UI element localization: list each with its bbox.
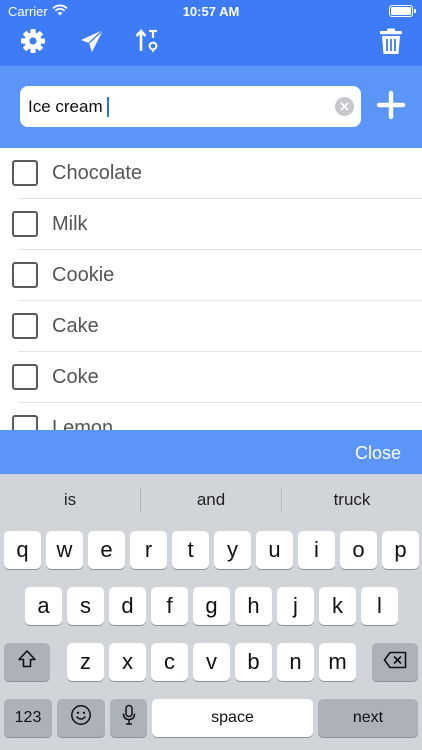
- trash-icon[interactable]: [377, 27, 405, 55]
- battery-icon: [389, 5, 416, 17]
- delete-key[interactable]: [372, 643, 418, 681]
- checkbox[interactable]: [12, 364, 38, 390]
- key[interactable]: s: [67, 587, 104, 625]
- key[interactable]: c: [151, 643, 188, 681]
- key[interactable]: x: [109, 643, 146, 681]
- checkbox[interactable]: [12, 262, 38, 288]
- shift-key[interactable]: [4, 643, 50, 681]
- close-button[interactable]: Close: [355, 443, 401, 464]
- item-list: Chocolate Milk Cookie Cake Coke Lemon: [0, 148, 422, 430]
- key[interactable]: y: [214, 531, 251, 569]
- key[interactable]: t: [172, 531, 209, 569]
- list-item-label: Chocolate: [52, 162, 143, 184]
- checkbox[interactable]: [12, 313, 38, 339]
- key[interactable]: k: [319, 587, 356, 625]
- suggestion[interactable]: and: [141, 490, 281, 510]
- key[interactable]: q: [4, 531, 41, 569]
- suggestion-bar: is and truck: [0, 474, 422, 526]
- clock: 10:57 AM: [182, 4, 240, 19]
- suggestion[interactable]: is: [0, 490, 140, 510]
- list-item[interactable]: Cake: [0, 301, 422, 352]
- gear-icon[interactable]: [19, 27, 47, 55]
- key[interactable]: e: [88, 531, 125, 569]
- text-caret: [106, 97, 109, 117]
- send-icon[interactable]: [78, 27, 106, 55]
- list-item-label: Milk: [52, 213, 88, 235]
- clear-icon[interactable]: [335, 97, 354, 116]
- plus-icon[interactable]: [374, 88, 408, 122]
- key[interactable]: b: [235, 643, 272, 681]
- key[interactable]: u: [256, 531, 293, 569]
- key[interactable]: o: [340, 531, 377, 569]
- key[interactable]: h: [235, 587, 272, 625]
- key[interactable]: w: [46, 531, 83, 569]
- key[interactable]: g: [193, 587, 230, 625]
- key[interactable]: v: [193, 643, 230, 681]
- list-item-label: Cake: [52, 315, 99, 337]
- key[interactable]: a: [25, 587, 62, 625]
- checkbox[interactable]: [12, 160, 38, 186]
- item-input[interactable]: Ice cream: [20, 86, 361, 127]
- list-item[interactable]: Chocolate: [0, 148, 422, 199]
- status-bar: Carrier 10:57 AM: [0, 0, 422, 22]
- emoji-icon: [70, 704, 92, 732]
- microphone-icon: [121, 704, 137, 732]
- dictation-key[interactable]: [110, 699, 147, 737]
- key[interactable]: r: [130, 531, 167, 569]
- space-key[interactable]: space: [152, 699, 313, 737]
- key[interactable]: d: [109, 587, 146, 625]
- emoji-key[interactable]: [57, 699, 105, 737]
- key[interactable]: z: [67, 643, 104, 681]
- sort-icon[interactable]: [133, 27, 161, 55]
- key[interactable]: n: [277, 643, 314, 681]
- list-item[interactable]: Milk: [0, 199, 422, 250]
- key[interactable]: f: [151, 587, 188, 625]
- key[interactable]: i: [298, 531, 335, 569]
- key[interactable]: m: [319, 643, 356, 681]
- list-item[interactable]: Lemon: [0, 403, 422, 430]
- list-item-label: Lemon: [52, 417, 114, 430]
- list-item[interactable]: Cookie: [0, 250, 422, 301]
- delete-icon: [383, 649, 407, 675]
- checkbox[interactable]: [12, 211, 38, 237]
- key[interactable]: l: [361, 587, 398, 625]
- key[interactable]: j: [277, 587, 314, 625]
- list-item-label: Cookie: [52, 264, 115, 286]
- keyboard: is and truck q w e r t y u i o p a s d f…: [0, 474, 422, 750]
- list-item-label: Coke: [52, 366, 99, 388]
- suggestion[interactable]: truck: [282, 490, 422, 510]
- key[interactable]: p: [382, 531, 419, 569]
- numbers-key[interactable]: 123: [4, 699, 52, 737]
- next-key[interactable]: next: [318, 699, 418, 737]
- input-bar: Ice cream: [0, 66, 422, 148]
- keyboard-accessory-bar: Close: [0, 430, 422, 474]
- checkbox[interactable]: [12, 415, 38, 430]
- list-item[interactable]: Coke: [0, 352, 422, 403]
- item-input-value: Ice cream: [28, 97, 103, 116]
- shift-icon: [17, 649, 37, 675]
- toolbar: Carrier 10:57 AM: [0, 0, 422, 66]
